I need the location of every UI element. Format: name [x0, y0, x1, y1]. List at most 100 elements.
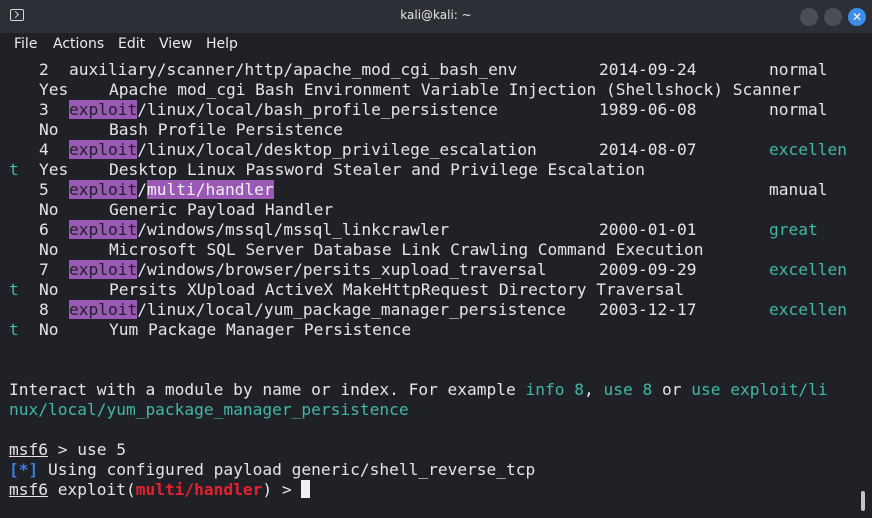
module-row: 5 exploit/multi/handler manual [9, 180, 827, 200]
module-description: Microsoft SQL Server Database Link Crawl… [109, 240, 704, 259]
module-number: 2 [39, 60, 49, 79]
module-detail-row: Yes Apache mod_cgi Bash Environment Vari… [9, 80, 801, 100]
info-star-icon: * [18, 460, 29, 479]
module-detail-row: No Bash Profile Persistence [9, 120, 343, 140]
title-bar: kali@kali: ~ ✕ [0, 0, 872, 33]
info-message: Using configured payload generic/shell_r… [38, 460, 536, 479]
module-detail-row: t Yes Desktop Linux Password Stealer and… [9, 160, 645, 180]
module-check: No [39, 280, 59, 299]
module-check: No [39, 320, 59, 339]
exploit-highlight: exploit [69, 300, 138, 319]
module-detail-row: t No Yum Package Manager Persistence [9, 320, 411, 340]
module-date: 2000-01-01 [599, 220, 697, 239]
module-rank: excellen [769, 300, 847, 319]
use-path-command-wrap: nux/local/yum_package_manager_persistenc… [9, 400, 409, 419]
module-row: 3 exploit/linux/local/bash_profile_persi… [9, 100, 827, 120]
menu-view[interactable]: View [159, 36, 192, 52]
module-number: 3 [39, 100, 49, 119]
module-number: 8 [39, 300, 49, 319]
exploit-highlight: exploit [69, 100, 138, 119]
use-path-command: use exploit/li [691, 380, 828, 399]
module-check: No [39, 240, 59, 259]
command-line: msf6 > use 5 [9, 440, 126, 460]
module-path: /windows/mssql/mssql_linkcrawler [137, 220, 450, 239]
module-row: 8 exploit/linux/local/yum_package_manage… [9, 300, 847, 320]
module-path: /linux/local/yum_package_manager_persist… [137, 300, 567, 319]
maximize-button[interactable] [824, 8, 842, 26]
exploit-prefix: exploit( [47, 480, 136, 499]
module-description: Persits XUpload ActiveX MakeHttpRequest … [109, 280, 684, 299]
info-command: info 8 [525, 380, 585, 399]
module-rank: excellen [769, 260, 847, 279]
minimize-button[interactable] [800, 8, 818, 26]
menu-help[interactable]: Help [206, 36, 238, 52]
menu-bar: File Actions Edit View Help [0, 33, 872, 57]
module-path: auxiliary/scanner/http/apache_mod_cgi_ba… [69, 60, 518, 79]
module-description: Bash Profile Persistence [109, 120, 343, 139]
interact-separator: , [584, 380, 604, 399]
module-number: 5 [39, 180, 49, 199]
exploit-highlight: exploit [69, 220, 138, 239]
current-prompt-line[interactable]: msf6 exploit(multi/handler) > [9, 480, 311, 500]
menu-edit[interactable]: Edit [118, 36, 145, 52]
exploit-highlight: exploit [69, 180, 138, 199]
info-line: [*] Using configured payload generic/she… [9, 460, 535, 480]
active-module: multi/handler [135, 480, 263, 499]
command-text: > use 5 [47, 440, 126, 459]
module-description: Yum Package Manager Persistence [109, 320, 412, 339]
module-detail-row: No Microsoft SQL Server Database Link Cr… [9, 240, 704, 260]
module-date: 2014-08-07 [599, 140, 697, 159]
use-command: use 8 [603, 380, 653, 399]
menu-actions[interactable]: Actions [53, 36, 104, 52]
exploit-highlight: exploit [69, 260, 138, 279]
module-row: 2 auxiliary/scanner/http/apache_mod_cgi_… [9, 60, 827, 80]
module-rank-wrap: t [9, 160, 19, 179]
module-path-separator: / [137, 180, 147, 199]
menu-file[interactable]: File [14, 36, 37, 52]
msf-prompt: msf6 [9, 440, 48, 459]
module-date: 2009-09-29 [599, 260, 697, 279]
close-button[interactable]: ✕ [848, 8, 866, 26]
module-rank: excellen [769, 140, 847, 159]
module-detail-row: t No Persits XUpload ActiveX MakeHttpReq… [9, 280, 684, 300]
module-detail-row: No Generic Payload Handler [9, 200, 333, 220]
module-check: Yes [39, 80, 69, 99]
interact-separator: or [652, 380, 692, 399]
module-number: 7 [39, 260, 49, 279]
module-rank: normal [769, 100, 828, 119]
interact-hint: Interact with a module by name or index.… [9, 380, 828, 400]
exploit-highlight: exploit [69, 140, 138, 159]
module-date: 2014-09-24 [599, 60, 697, 79]
module-rank-wrap: t [9, 320, 19, 339]
info-bracket-close: ] [28, 460, 39, 479]
module-path: /linux/local/bash_profile_persistence [137, 100, 498, 119]
msf-prompt: msf6 [9, 480, 48, 499]
module-rank: normal [769, 60, 828, 79]
module-number: 6 [39, 220, 49, 239]
module-check: Yes [39, 160, 69, 179]
module-description: Apache mod_cgi Bash Environment Variable… [109, 80, 801, 99]
module-rank: manual [769, 180, 828, 199]
module-date: 1989-06-08 [599, 100, 697, 119]
module-rank: great [769, 220, 818, 239]
scrollbar-thumb[interactable] [861, 491, 865, 511]
module-number: 4 [39, 140, 49, 159]
module-path: /windows/browser/persits_xupload_travers… [137, 260, 547, 279]
module-description: Generic Payload Handler [109, 200, 334, 219]
module-path: /linux/local/desktop_privilege_escalatio… [137, 140, 537, 159]
info-bracket-open: [ [9, 460, 19, 479]
exploit-suffix: ) > [262, 480, 302, 499]
window-title: kali@kali: ~ [400, 8, 472, 22]
module-row: 4 exploit/linux/local/desktop_privilege_… [9, 140, 847, 160]
interact-text: Interact with a module by name or index.… [9, 380, 526, 399]
module-row: 7 exploit/windows/browser/persits_xuploa… [9, 260, 847, 280]
interact-hint-wrap: nux/local/yum_package_manager_persistenc… [9, 400, 409, 420]
text-cursor [301, 480, 311, 498]
module-rank-wrap: t [9, 280, 19, 299]
module-description: Desktop Linux Password Stealer and Privi… [109, 160, 646, 179]
module-check: No [39, 120, 59, 139]
module-date: 2003-12-17 [599, 300, 697, 319]
module-row: 6 exploit/windows/mssql/mssql_linkcrawle… [9, 220, 818, 240]
module-check: No [39, 200, 59, 219]
search-term-highlight: multi/handler [146, 180, 274, 199]
